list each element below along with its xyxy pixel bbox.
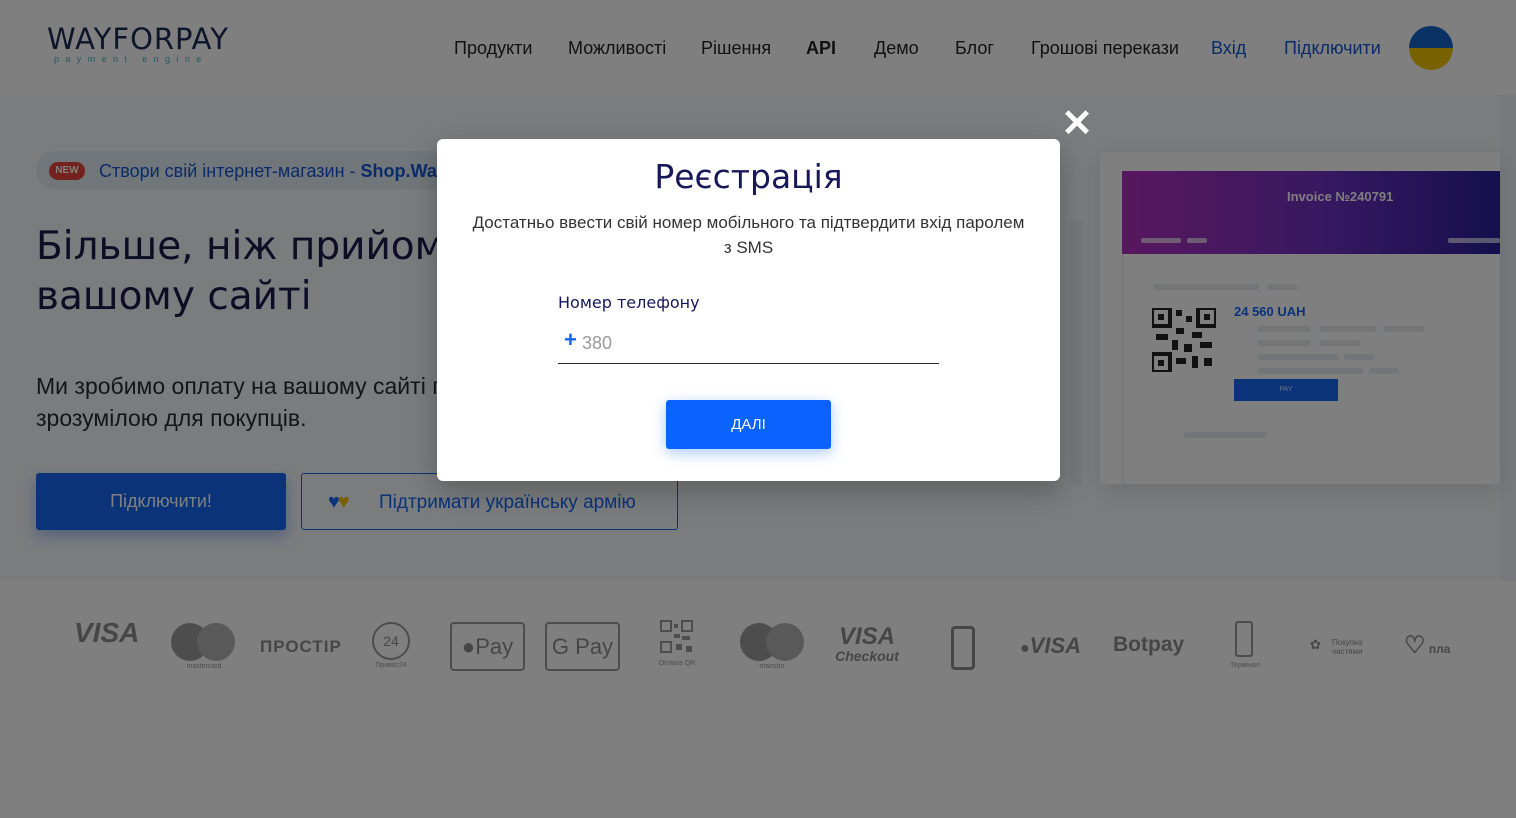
phone-input[interactable] — [582, 331, 922, 355]
close-icon[interactable]: ✕ — [1061, 105, 1093, 143]
phone-prefix: + — [564, 327, 577, 352]
registration-modal: Реєстрація Достатньо ввести свій номер м… — [437, 139, 1060, 481]
modal-subtitle: Достатньо ввести свій номер мобільного т… — [472, 213, 1025, 257]
phone-label: Номер телефону — [558, 293, 700, 312]
modal-title: Реєстрація — [654, 157, 843, 196]
next-button[interactable]: ДАЛІ — [666, 400, 831, 449]
phone-field: + — [558, 325, 939, 364]
